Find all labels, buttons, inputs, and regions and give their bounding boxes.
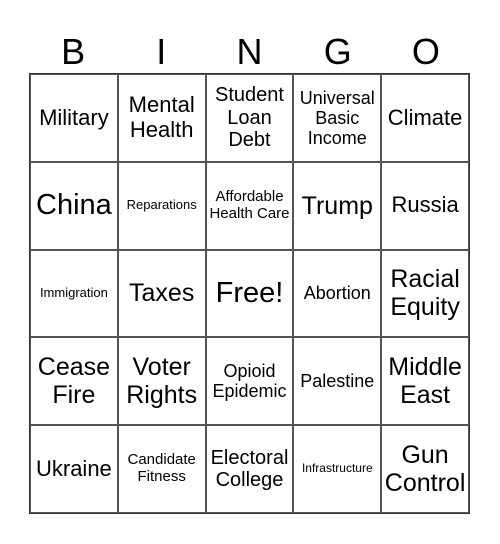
bingo-cell[interactable]: Infrastructure [293, 425, 382, 513]
bingo-cell[interactable]: Racial Equity [381, 249, 469, 338]
bingo-cell[interactable]: Opioid Epidemic [205, 337, 294, 426]
bingo-cell[interactable]: Affordable Health Care [205, 161, 294, 250]
header-letter-i: I [156, 31, 167, 72]
free-space-cell[interactable]: Free! [205, 249, 294, 338]
header-letter-n: N [236, 31, 263, 72]
bingo-cell[interactable]: Reparations [117, 161, 206, 250]
bingo-cell[interactable]: Ukraine [30, 425, 118, 513]
header-letter-g: G [323, 31, 352, 72]
header-letter-o: O [411, 31, 440, 72]
bingo-cell[interactable]: Candidate Fitness [117, 425, 206, 513]
bingo-cell[interactable]: Trump [293, 161, 382, 250]
bingo-cell[interactable]: Gun Control [381, 425, 469, 513]
bingo-cell[interactable]: Palestine [293, 337, 382, 426]
bingo-cell[interactable]: Immigration [30, 249, 118, 338]
bingo-cell[interactable]: Student Loan Debt [205, 74, 294, 162]
bingo-cell[interactable]: Mental Health [117, 74, 206, 162]
bingo-card-grid: Military Mental Health Student Loan Debt… [29, 73, 470, 514]
bingo-cell[interactable]: Military [30, 74, 118, 162]
bingo-cell[interactable]: Russia [381, 161, 469, 250]
bingo-cell[interactable]: China [30, 161, 118, 250]
bingo-cell[interactable]: Climate [381, 74, 469, 162]
bingo-cell[interactable]: Middle East [381, 337, 469, 426]
bingo-cell[interactable]: Cease Fire [30, 337, 118, 426]
bingo-header: B I N G O [29, 30, 470, 73]
bingo-cell[interactable]: Electoral College [205, 425, 294, 513]
header-letter-b: B [61, 31, 86, 72]
bingo-cell[interactable]: Universal Basic Income [293, 74, 382, 162]
bingo-cell[interactable]: Abortion [293, 249, 382, 338]
bingo-cell[interactable]: Voter Rights [117, 337, 206, 426]
bingo-cell[interactable]: Taxes [117, 249, 206, 338]
